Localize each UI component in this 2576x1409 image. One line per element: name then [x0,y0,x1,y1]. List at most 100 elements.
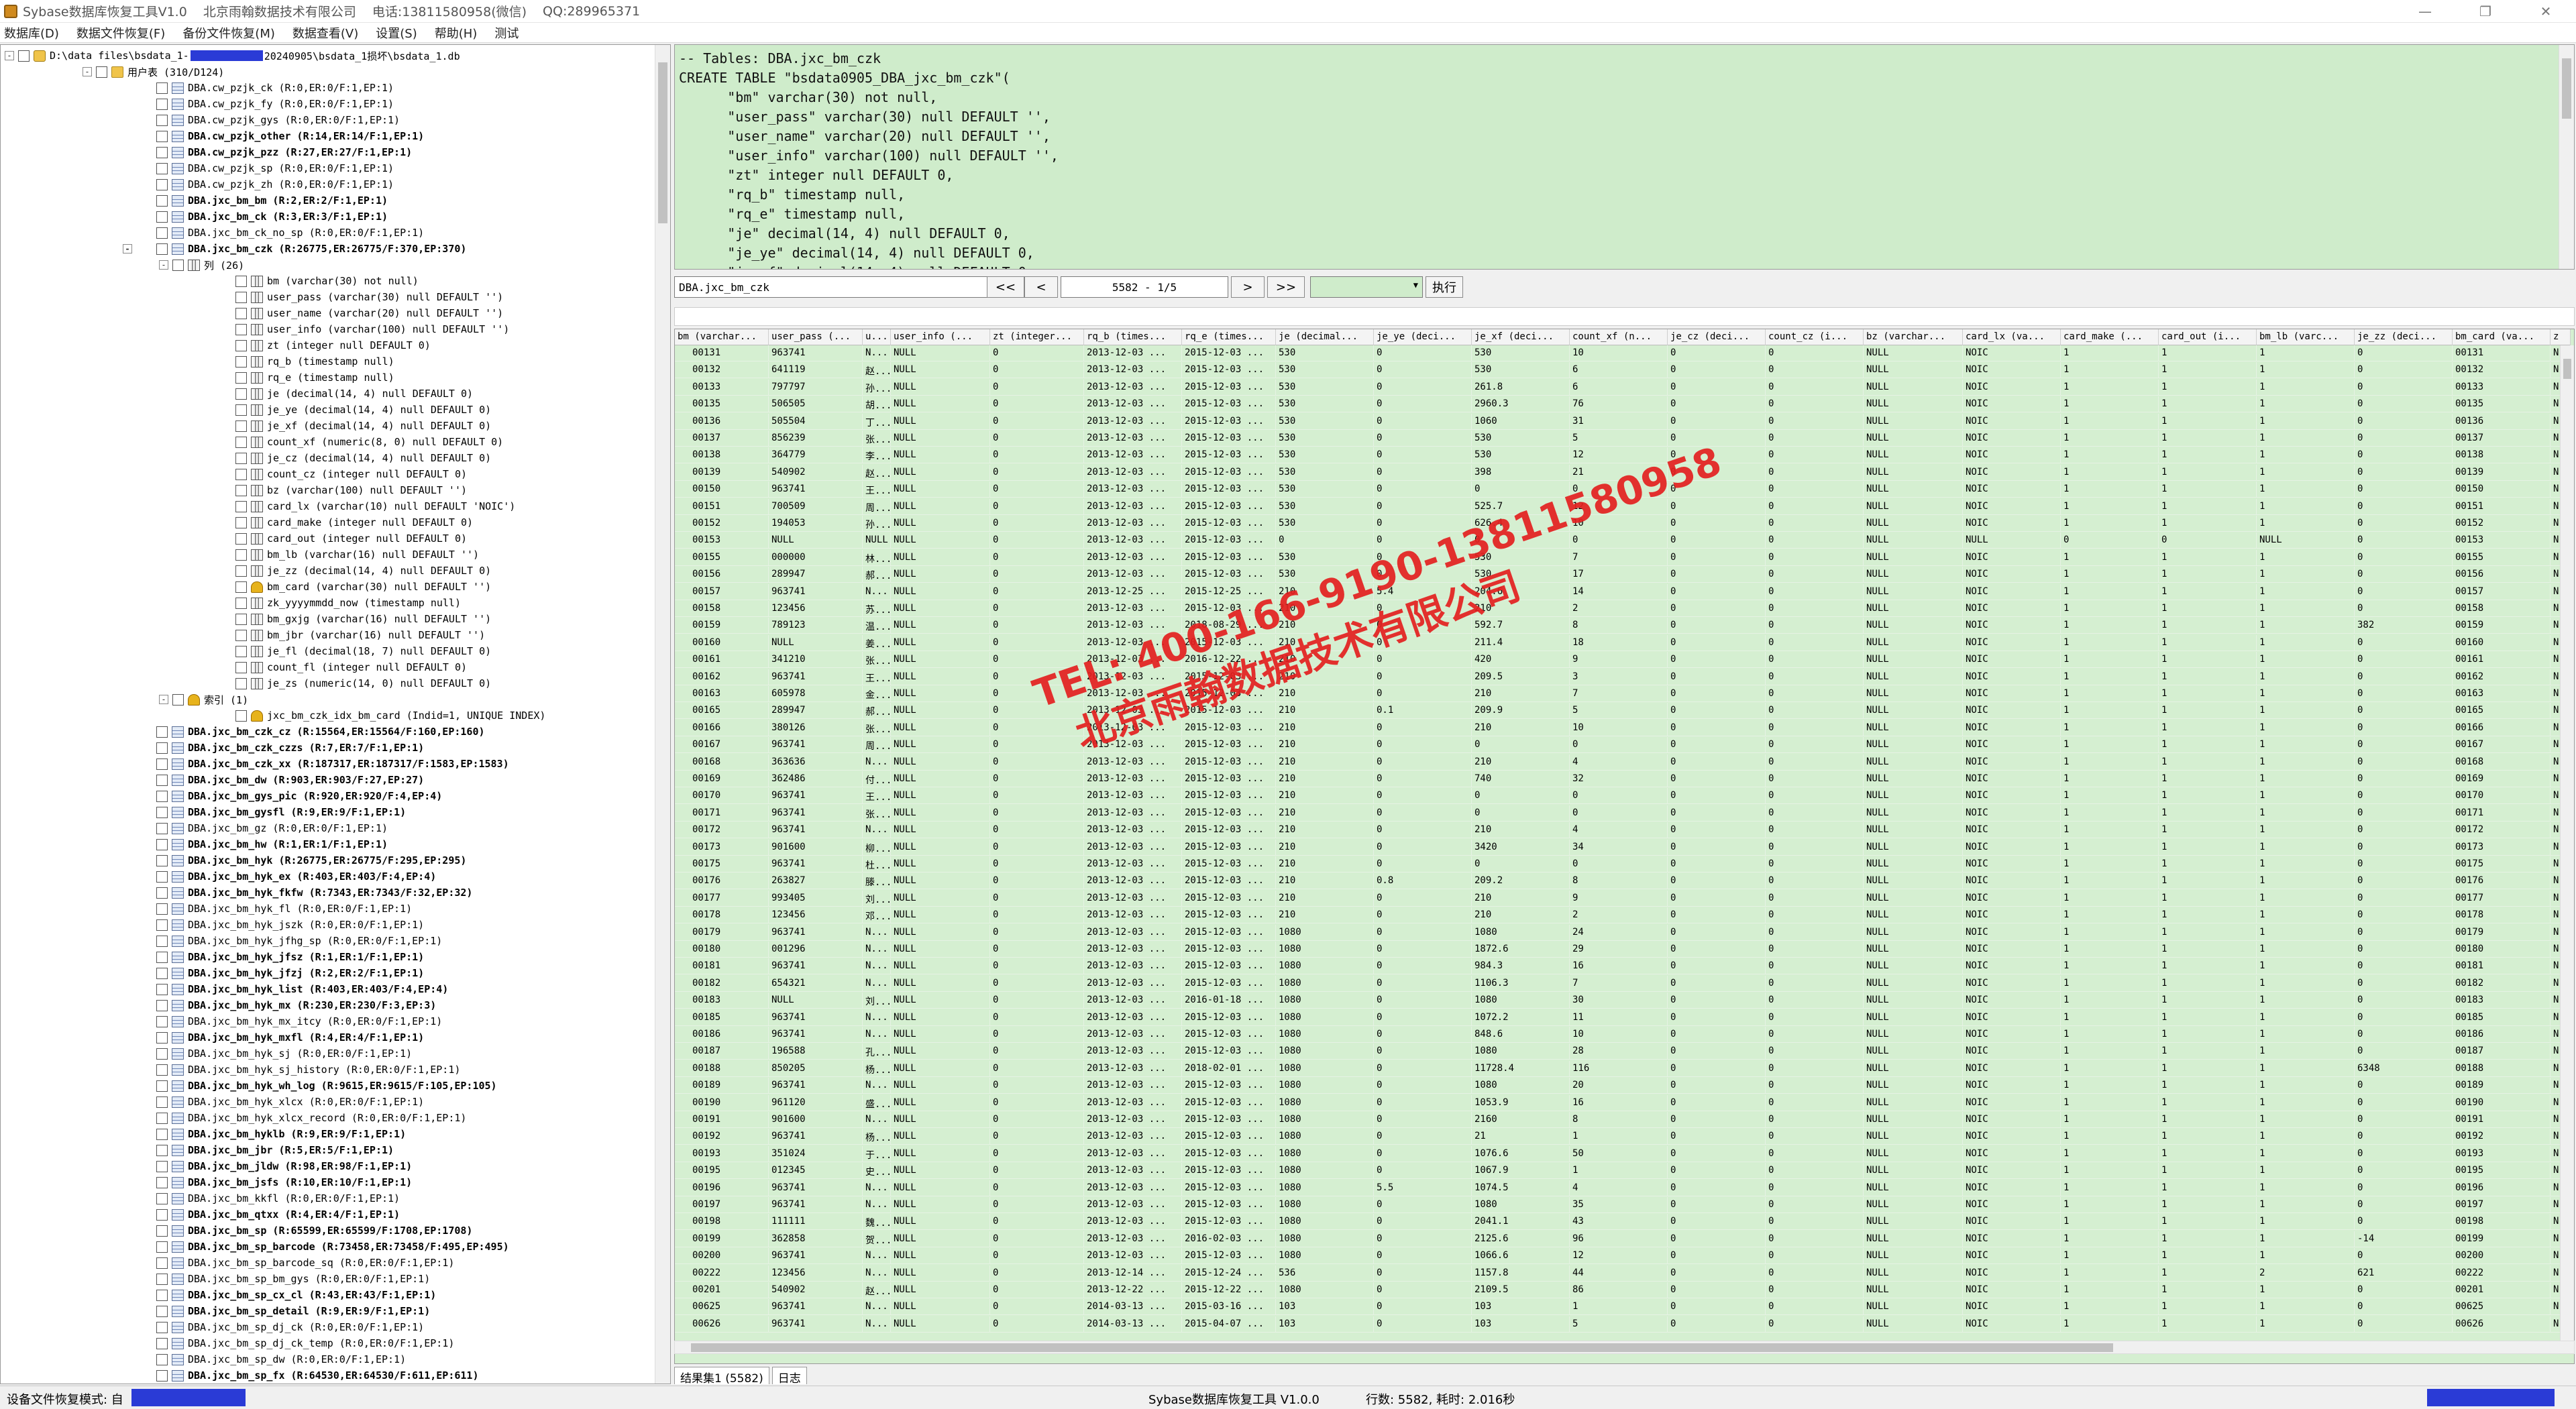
table-row[interactable]: 00132 641119 赵... NULL 0 2013-12-03 ... 2015-1… [675,362,2571,379]
table-cell[interactable]: NOIC [1963,345,2061,361]
table-cell[interactable]: NOIC [1963,1197,2061,1213]
table-cell[interactable]: 00222 [2453,1265,2551,1282]
table-cell[interactable]: 1 [2159,669,2257,685]
table-cell[interactable]: 0 [2355,754,2453,771]
table-cell[interactable]: 1 [2159,601,2257,617]
table-cell[interactable]: 0 [990,924,1084,941]
table-cell[interactable]: 2015-12-03 ... [1182,839,1276,856]
table-cell[interactable]: NULL [1864,516,1963,532]
table-cell[interactable]: NULL [891,1197,990,1213]
table-cell[interactable]: 2015-12-03 ... [1182,634,1276,651]
table-cell[interactable]: 0 [2355,1044,2453,1060]
table-cell[interactable]: NULL [1864,1299,1963,1316]
table-cell[interactable]: 2013-12-03 ... [1084,771,1182,787]
table-cell[interactable]: 530 [1276,431,1374,447]
table-cell[interactable]: 2013-12-03 ... [1084,754,1182,771]
table-cell[interactable]: 杨... [863,1060,891,1077]
table-cell[interactable]: NULL [891,447,990,464]
table-cell[interactable]: 0 [1668,567,1766,583]
table-cell[interactable]: 0 [1766,464,1864,481]
table-cell[interactable]: 963741 [769,669,863,685]
table-cell[interactable]: 0 [1766,652,1864,669]
table-cell[interactable]: 0 [990,771,1084,787]
table-cell[interactable]: 0 [1668,1316,1766,1333]
table-cell[interactable]: 0 [1374,890,1472,907]
table-cell[interactable]: 0 [1766,1094,1864,1111]
node-checkbox[interactable] [156,1031,168,1044]
table-cell[interactable]: NULL [1864,788,1963,805]
table-cell[interactable]: NULL [891,464,990,481]
table-cell[interactable]: 00159 [2453,618,2551,634]
table-cell[interactable]: 0 [1374,771,1472,787]
tree-table-item[interactable]: DBA.cw_pzjk_ck (R:0,ER:0/F:1,EP:1) [156,80,394,96]
table-cell[interactable]: 530 [1276,396,1374,413]
table-cell[interactable]: NULL [1864,958,1963,975]
table-cell[interactable]: 210 [1472,754,1570,771]
table-cell[interactable]: 2013-12-03 ... [1084,942,1182,958]
table-cell[interactable]: N... [863,1248,891,1265]
table-cell[interactable]: 0 [1668,1009,1766,1026]
table-cell[interactable]: 5 [1570,431,1668,447]
table-cell[interactable]: 1 [2257,1009,2355,1026]
table-cell[interactable]: 1074.5 [1472,1180,1570,1196]
table-cell[interactable]: 付... [863,771,891,787]
table-cell[interactable]: 210 [1276,737,1374,754]
table-cell[interactable]: 0 [1374,1078,1472,1094]
table-cell[interactable]: 210 [1276,686,1374,702]
table-cell[interactable]: 0 [1668,413,1766,430]
table-cell[interactable]: 杜... [863,856,891,872]
table-cell[interactable]: 530 [1276,516,1374,532]
table-cell[interactable]: 1 [2257,720,2355,736]
table-cell[interactable]: 0 [1766,447,1864,464]
table-cell[interactable]: NULL [891,993,990,1009]
table-cell[interactable]: 2015-12-03 ... [1182,1180,1276,1196]
table-cell[interactable]: 00626 [2453,1316,2551,1333]
table-cell[interactable]: 0 [2355,890,2453,907]
table-cell[interactable]: NULL [1864,1214,1963,1231]
table-cell[interactable]: 1 [2159,1145,2257,1162]
table-cell[interactable]: NULL [1864,822,1963,839]
table-cell[interactable]: 1 [2257,737,2355,754]
table-cell[interactable]: 14 [1570,583,1668,600]
table-cell[interactable]: 2015-12-03 ... [1182,686,1276,702]
tree-column-item[interactable]: je_zz (decimal(14, 4) null DEFAULT 0) [235,563,491,579]
table-cell[interactable]: 2041.1 [1472,1214,1570,1231]
table-cell[interactable]: 00180 [675,942,769,958]
table-cell[interactable]: 0 [990,379,1084,396]
table-cell[interactable]: 00158 [675,601,769,617]
table-cell[interactable]: 0 [1374,482,1472,498]
table-row[interactable]: 00175 963741 杜... NULL 0 2013-12-03 ... 2015-1… [675,856,2571,872]
grid-column-header[interactable]: je_cz (deci... [1668,329,1766,345]
table-cell[interactable]: 16 [1570,958,1668,975]
table-cell[interactable]: 196588 [769,1044,863,1060]
table-cell[interactable]: NULL [891,737,990,754]
table-row[interactable]: 00222 123456 N... NULL 0 2013-12-14 ... 2015-1… [675,1265,2571,1282]
table-cell[interactable]: 530 [1276,447,1374,464]
table-cell[interactable]: 0 [1766,822,1864,839]
table-cell[interactable]: 1 [2061,447,2159,464]
table-cell[interactable]: 0 [990,345,1084,361]
table-cell[interactable]: 2015-12-03 ... [1182,1248,1276,1265]
table-row[interactable]: 00197 963741 N... NULL 0 2013-12-03 ... 2015-1… [675,1197,2571,1213]
table-cell[interactable]: 00196 [2453,1180,2551,1196]
table-cell[interactable]: 2015-12-03 ... [1182,532,1276,549]
table-cell[interactable]: NULL [891,549,990,566]
table-row[interactable]: 00189 963741 N... NULL 0 2013-12-03 ... 2015-1… [675,1078,2571,1094]
table-cell[interactable]: NULL [891,975,990,992]
table-cell[interactable]: 0 [990,805,1084,822]
table-cell[interactable]: 2013-12-03 ... [1084,822,1182,839]
table-cell[interactable]: NULL [891,1231,990,1247]
table-cell[interactable]: 1 [2257,431,2355,447]
table-row[interactable]: 00162 963741 王... NULL 0 2013-12-03 ... 2015-1… [675,669,2571,685]
table-cell[interactable]: 2013-12-03 ... [1084,1060,1182,1077]
table-cell[interactable]: 2013-12-03 ... [1084,1027,1182,1043]
table-cell[interactable]: 7 [1570,975,1668,992]
table-cell[interactable]: 0 [1766,549,1864,566]
grid-column-header[interactable]: card_make (... [2061,329,2159,345]
table-cell[interactable]: 0 [990,720,1084,736]
filter-input[interactable] [674,307,2575,326]
tab-log[interactable]: 日志 [771,1367,807,1386]
table-cell[interactable]: 0 [1766,1299,1864,1316]
table-cell[interactable]: NOIC [1963,464,2061,481]
tree-table-item[interactable]: DBA.jxc_bm_dw (R:903,ER:903/F:27,EP:27) [156,772,424,788]
